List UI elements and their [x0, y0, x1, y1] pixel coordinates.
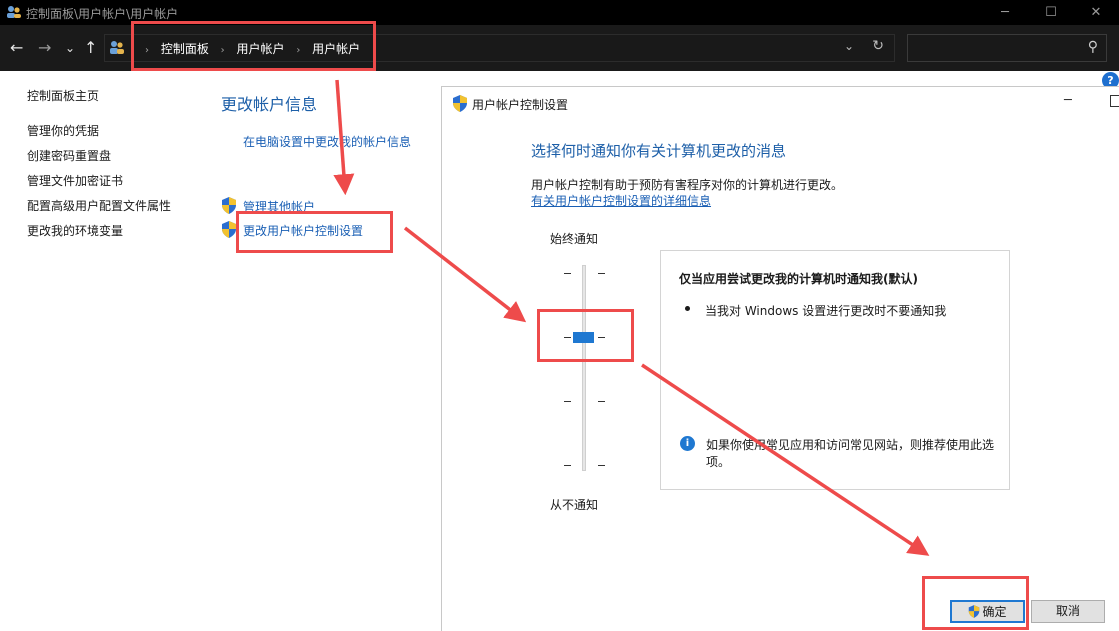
annotation-box-address [131, 21, 376, 71]
maximize-button[interactable]: ☐ [1028, 0, 1074, 25]
slider-tick [598, 401, 605, 402]
dialog-maximize-button[interactable] [1110, 95, 1119, 107]
annotation-box-slider [537, 309, 634, 362]
slider-top-label: 始终通知 [550, 232, 599, 246]
control-panel-icon [110, 41, 124, 54]
dialog-title: 用户帐户控制设置 [472, 98, 569, 112]
pc-settings-link[interactable]: 在电脑设置中更改我的帐户信息 [243, 133, 411, 150]
level-description-panel: 仅当应用尝试更改我的计算机时通知我(默认) 当我对 Windows 设置进行更改… [660, 250, 1010, 490]
uac-shield-icon [453, 95, 467, 112]
content-pane: 控制面板主页 管理你的凭据 创建密码重置盘 管理文件加密证书 配置高级用户配置文… [0, 71, 440, 631]
dialog-minimize-button[interactable]: ─ [1064, 93, 1072, 108]
uac-more-info-link[interactable]: 有关用户帐户控制设置的详细信息 [531, 192, 711, 209]
bullet-icon [685, 306, 690, 311]
up-button[interactable]: ↑ [84, 38, 97, 58]
uac-shield-icon [222, 197, 236, 214]
users-icon [7, 6, 21, 18]
sidebar-item-control-panel-home[interactable]: 控制面板主页 [27, 87, 99, 104]
address-dropdown-icon[interactable]: ⌄ [844, 39, 854, 53]
forward-button[interactable]: → [38, 38, 51, 58]
level-recommendation: 如果你使用常见应用和访问常见网站，则推荐使用此选项。 [706, 438, 995, 469]
search-input[interactable]: ⚲ [907, 34, 1107, 62]
window-title: 控制面板\用户帐户\用户帐户 [26, 7, 179, 21]
slider-tick [598, 465, 605, 466]
screen: 控制面板\用户帐户\用户帐户 ─ ☐ ✕ ← → ⌄ ↑ › 控制面板 › 用户… [0, 0, 1119, 631]
page-title: 更改帐户信息 [221, 95, 318, 114]
sidebar-item-encryption-certificates[interactable]: 管理文件加密证书 [27, 172, 123, 189]
sidebar-item-advanced-profile[interactable]: 配置高级用户配置文件属性 [27, 197, 171, 214]
close-button[interactable]: ✕ [1073, 0, 1119, 25]
sidebar-item-environment-variables[interactable]: 更改我的环境变量 [27, 222, 123, 239]
sidebar-item-password-reset-disk[interactable]: 创建密码重置盘 [27, 147, 111, 164]
dialog-heading: 选择何时通知你有关计算机更改的消息 [531, 142, 787, 160]
sidebar-item-manage-credentials[interactable]: 管理你的凭据 [27, 122, 99, 139]
slider-tick [564, 401, 571, 402]
recent-locations-button[interactable]: ⌄ [65, 38, 75, 58]
level-bullet: 当我对 Windows 设置进行更改时不要通知我 [705, 304, 947, 318]
slider-tick [598, 273, 605, 274]
dialog-description: 用户帐户控制有助于预防有害程序对你的计算机进行更改。 [531, 178, 844, 192]
slider-tick [564, 465, 571, 466]
slider-bottom-label: 从不通知 [550, 498, 599, 512]
uac-shield-icon [222, 221, 236, 238]
info-icon: i [680, 436, 695, 451]
minimize-button[interactable]: ─ [982, 0, 1028, 25]
annotation-box-ok [922, 576, 1029, 630]
slider-tick [564, 273, 571, 274]
annotation-box-uac-link [236, 211, 393, 253]
back-button[interactable]: ← [10, 38, 23, 58]
refresh-icon[interactable]: ↻ [872, 38, 884, 54]
search-icon[interactable]: ⚲ [1088, 39, 1098, 55]
cancel-button[interactable]: 取消 [1031, 600, 1105, 623]
level-title: 仅当应用尝试更改我的计算机时通知我(默认) [679, 272, 918, 286]
notification-slider-track[interactable] [582, 265, 586, 471]
